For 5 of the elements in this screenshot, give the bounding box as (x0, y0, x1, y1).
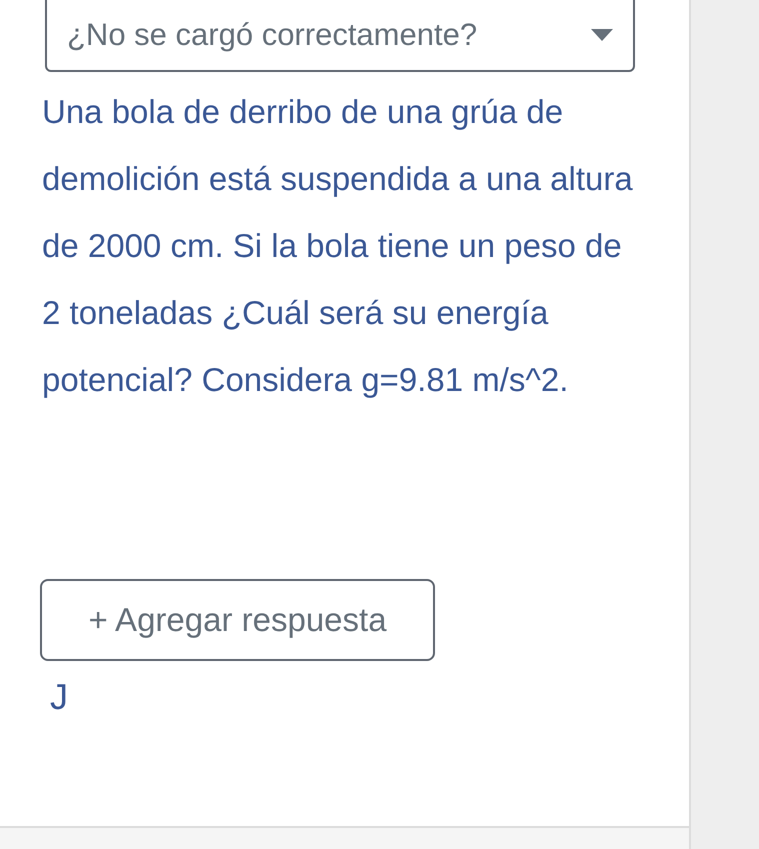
question-text: Una bola de derribo de una grúa de demolición está suspendida a una altura de 2000 cm. Si la bola tiene un peso de 2 toneladas ¿Cuál será su energía potencial? Considera g=9.81 m/s^2. (42, 92, 634, 400)
dropdown[interactable]: ¿No se cargó correctamente? (45, 0, 635, 72)
add-answer-button[interactable]: + Agregar respuesta (40, 579, 435, 661)
caret-icon (591, 29, 613, 41)
answer-initial: J (50, 675, 68, 719)
